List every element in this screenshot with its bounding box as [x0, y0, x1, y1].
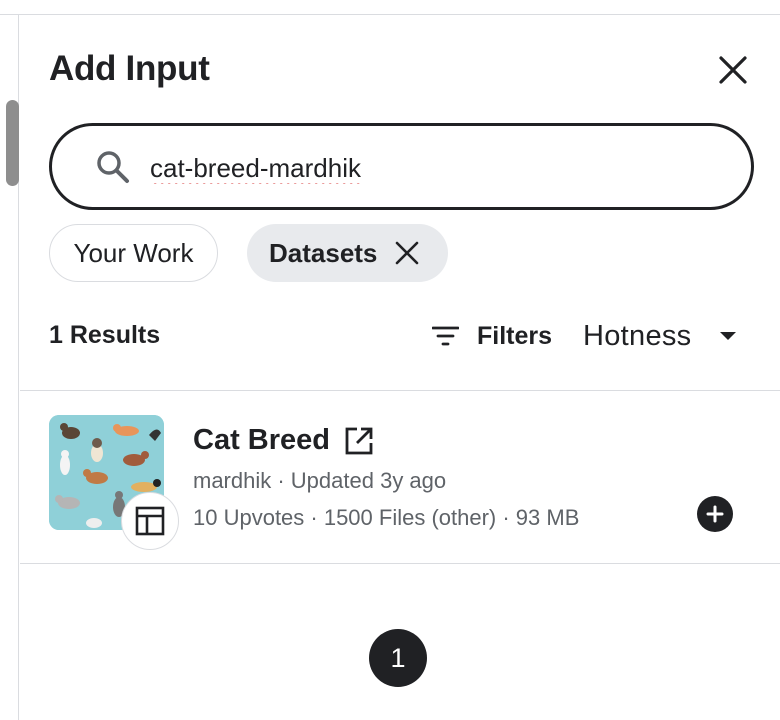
sort-label: Hotness	[583, 319, 692, 352]
search-box[interactable]	[49, 123, 754, 210]
table-icon	[135, 506, 165, 536]
plus-icon	[706, 505, 724, 523]
results-count: 1 Results	[49, 321, 161, 349]
search-icon	[97, 151, 129, 183]
dataset-type-badge	[121, 492, 179, 550]
chevron-down-icon	[719, 332, 736, 340]
filters-button[interactable]: Filters	[432, 318, 552, 354]
dataset-title-link[interactable]: Cat Breed	[193, 424, 374, 457]
top-divider	[0, 14, 780, 15]
dataset-stats: 10 Upvotes · 1500 Files (other) · 93 MB	[193, 505, 580, 530]
filters-label: Filters	[477, 321, 553, 350]
chip-your-work[interactable]: Your Work	[49, 224, 218, 282]
panel-title: Add Input	[49, 49, 210, 88]
scrollbar-thumb[interactable]	[6, 100, 19, 186]
sort-select[interactable]: Hotness	[583, 316, 736, 356]
search-input[interactable]	[150, 149, 710, 187]
divider	[20, 563, 780, 564]
chip-datasets-label: Datasets	[269, 237, 378, 268]
dataset-owner-updated: mardhik · Updated 3y ago	[193, 468, 447, 493]
left-panel	[0, 15, 19, 720]
remove-filter-icon[interactable]	[395, 241, 419, 265]
divider	[20, 390, 780, 391]
filter-icon	[432, 326, 459, 346]
pagination-page-button[interactable]: 1	[369, 629, 427, 687]
close-icon	[719, 56, 747, 84]
dataset-title: Cat Breed	[193, 424, 330, 456]
close-button[interactable]	[713, 50, 753, 90]
add-dataset-button[interactable]	[697, 496, 733, 532]
chip-your-work-label: Your Work	[73, 237, 194, 268]
open-in-new-icon[interactable]	[344, 426, 374, 456]
chip-datasets[interactable]: Datasets	[247, 224, 448, 282]
